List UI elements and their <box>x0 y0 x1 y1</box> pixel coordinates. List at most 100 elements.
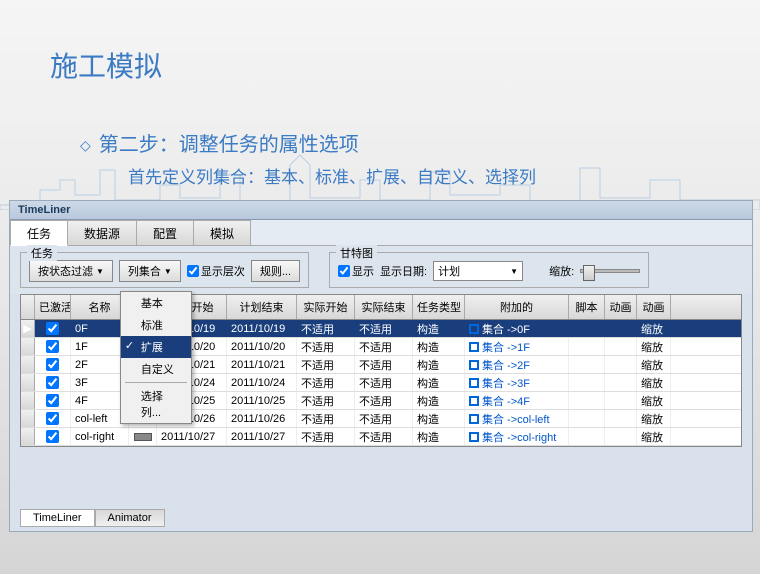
cell-actstart[interactable]: 不适用 <box>297 392 355 409</box>
row-selector[interactable] <box>21 428 35 445</box>
cell-attached[interactable]: 集合 ->4F <box>465 392 569 409</box>
cell-attached[interactable]: 集合 ->3F <box>465 374 569 391</box>
cell-anim[interactable] <box>605 356 637 373</box>
row-selector[interactable] <box>21 338 35 355</box>
zoom-slider[interactable] <box>580 269 640 273</box>
filter-button[interactable]: 按状态过滤▼ <box>29 260 113 282</box>
dropdown-selcol[interactable]: 选择列... <box>121 385 191 423</box>
col-actstart[interactable]: 实际开始 <box>297 295 355 319</box>
col-anim[interactable]: 动画 <box>605 295 637 319</box>
cell-anim2[interactable]: 缩放 <box>637 320 671 337</box>
row-selector[interactable]: ▶ <box>21 320 35 337</box>
cell-actstart[interactable]: 不适用 <box>297 428 355 445</box>
cell-script[interactable] <box>569 320 605 337</box>
cell-script[interactable] <box>569 392 605 409</box>
cell-actend[interactable]: 不适用 <box>355 356 413 373</box>
cell-script[interactable] <box>569 428 605 445</box>
cell-script[interactable] <box>569 374 605 391</box>
cell-actstart[interactable]: 不适用 <box>297 338 355 355</box>
cell-anim[interactable] <box>605 392 637 409</box>
cell-active[interactable] <box>35 428 71 445</box>
cell-attached[interactable]: 集合 ->col-left <box>465 410 569 427</box>
cell-script[interactable] <box>569 410 605 427</box>
cell-active[interactable] <box>35 338 71 355</box>
showlevel-checkbox[interactable]: 显示层次 <box>187 263 245 279</box>
cell-planend[interactable]: 2011/10/24 <box>227 374 297 391</box>
btab-animator[interactable]: Animator <box>95 509 165 527</box>
row-selector[interactable] <box>21 410 35 427</box>
cell-anim[interactable] <box>605 410 637 427</box>
table-row[interactable]: col-right2011/10/272011/10/27不适用不适用构造集合 … <box>21 428 741 446</box>
btab-timeliner[interactable]: TimeLiner <box>20 509 95 527</box>
cell-actstart[interactable]: 不适用 <box>297 374 355 391</box>
cell-planend[interactable]: 2011/10/26 <box>227 410 297 427</box>
cell-tasktype[interactable]: 构造 <box>413 428 465 445</box>
plan-select[interactable]: 计划▼ <box>433 261 523 281</box>
cell-attached[interactable]: 集合 ->col-right <box>465 428 569 445</box>
tab-datasource[interactable]: 数据源 <box>67 220 137 245</box>
cell-attached[interactable]: 集合 ->0F <box>465 320 569 337</box>
rules-button[interactable]: 规则... <box>251 260 300 282</box>
cell-anim[interactable] <box>605 338 637 355</box>
cell-name[interactable]: col-right <box>71 428 129 445</box>
cell-anim2[interactable]: 缩放 <box>637 428 671 445</box>
dropdown-extend[interactable]: 扩展 <box>121 336 191 358</box>
cell-planend[interactable]: 2011/10/25 <box>227 392 297 409</box>
tab-configure[interactable]: 配置 <box>136 220 194 245</box>
col-planend[interactable]: 计划结束 <box>227 295 297 319</box>
tab-simulate[interactable]: 模拟 <box>193 220 251 245</box>
cell-actstart[interactable]: 不适用 <box>297 410 355 427</box>
row-selector[interactable] <box>21 374 35 391</box>
dropdown-basic[interactable]: 基本 <box>121 292 191 314</box>
cell-active[interactable] <box>35 392 71 409</box>
cell-actstart[interactable]: 不适用 <box>297 356 355 373</box>
col-anim2[interactable]: 动画 <box>637 295 671 319</box>
cell-active[interactable] <box>35 320 71 337</box>
colset-button[interactable]: 列集合▼ 基本 标准 扩展 自定义 选择列... <box>119 260 181 282</box>
cell-active[interactable] <box>35 410 71 427</box>
cell-active[interactable] <box>35 374 71 391</box>
cell-anim2[interactable]: 缩放 <box>637 392 671 409</box>
cell-actend[interactable]: 不适用 <box>355 428 413 445</box>
row-selector[interactable] <box>21 356 35 373</box>
cell-anim2[interactable]: 缩放 <box>637 374 671 391</box>
cell-script[interactable] <box>569 356 605 373</box>
cell-anim[interactable] <box>605 320 637 337</box>
cell-actend[interactable]: 不适用 <box>355 338 413 355</box>
cell-attached[interactable]: 集合 ->2F <box>465 356 569 373</box>
cell-planend[interactable]: 2011/10/27 <box>227 428 297 445</box>
cell-tasktype[interactable]: 构造 <box>413 392 465 409</box>
cell-anim2[interactable]: 缩放 <box>637 338 671 355</box>
cell-planend[interactable]: 2011/10/19 <box>227 320 297 337</box>
tab-task[interactable]: 任务 <box>10 220 68 246</box>
cell-actend[interactable]: 不适用 <box>355 392 413 409</box>
cell-tasktype[interactable]: 构造 <box>413 410 465 427</box>
cell-anim2[interactable]: 缩放 <box>637 356 671 373</box>
cell-anim[interactable] <box>605 428 637 445</box>
cell-actend[interactable]: 不适用 <box>355 410 413 427</box>
col-tasktype[interactable]: 任务类型 <box>413 295 465 319</box>
show-checkbox[interactable]: 显示 <box>338 263 374 279</box>
cell-tasktype[interactable]: 构造 <box>413 374 465 391</box>
cell-anim[interactable] <box>605 374 637 391</box>
dropdown-standard[interactable]: 标准 <box>121 314 191 336</box>
cell-actend[interactable]: 不适用 <box>355 374 413 391</box>
cell-attached[interactable]: 集合 ->1F <box>465 338 569 355</box>
dropdown-custom[interactable]: 自定义 <box>121 358 191 380</box>
col-script[interactable]: 脚本 <box>569 295 605 319</box>
cell-actstart[interactable]: 不适用 <box>297 320 355 337</box>
cell-actend[interactable]: 不适用 <box>355 320 413 337</box>
cell-planstart[interactable]: 2011/10/27 <box>157 428 227 445</box>
row-selector[interactable] <box>21 392 35 409</box>
cell-anim2[interactable]: 缩放 <box>637 410 671 427</box>
cell-tasktype[interactable]: 构造 <box>413 320 465 337</box>
cell-tasktype[interactable]: 构造 <box>413 338 465 355</box>
col-attached[interactable]: 附加的 <box>465 295 569 319</box>
col-active[interactable]: 已激活 <box>35 295 71 319</box>
cell-planend[interactable]: 2011/10/21 <box>227 356 297 373</box>
cell-script[interactable] <box>569 338 605 355</box>
cell-planend[interactable]: 2011/10/20 <box>227 338 297 355</box>
col-actend[interactable]: 实际结束 <box>355 295 413 319</box>
cell-active[interactable] <box>35 356 71 373</box>
cell-tasktype[interactable]: 构造 <box>413 356 465 373</box>
